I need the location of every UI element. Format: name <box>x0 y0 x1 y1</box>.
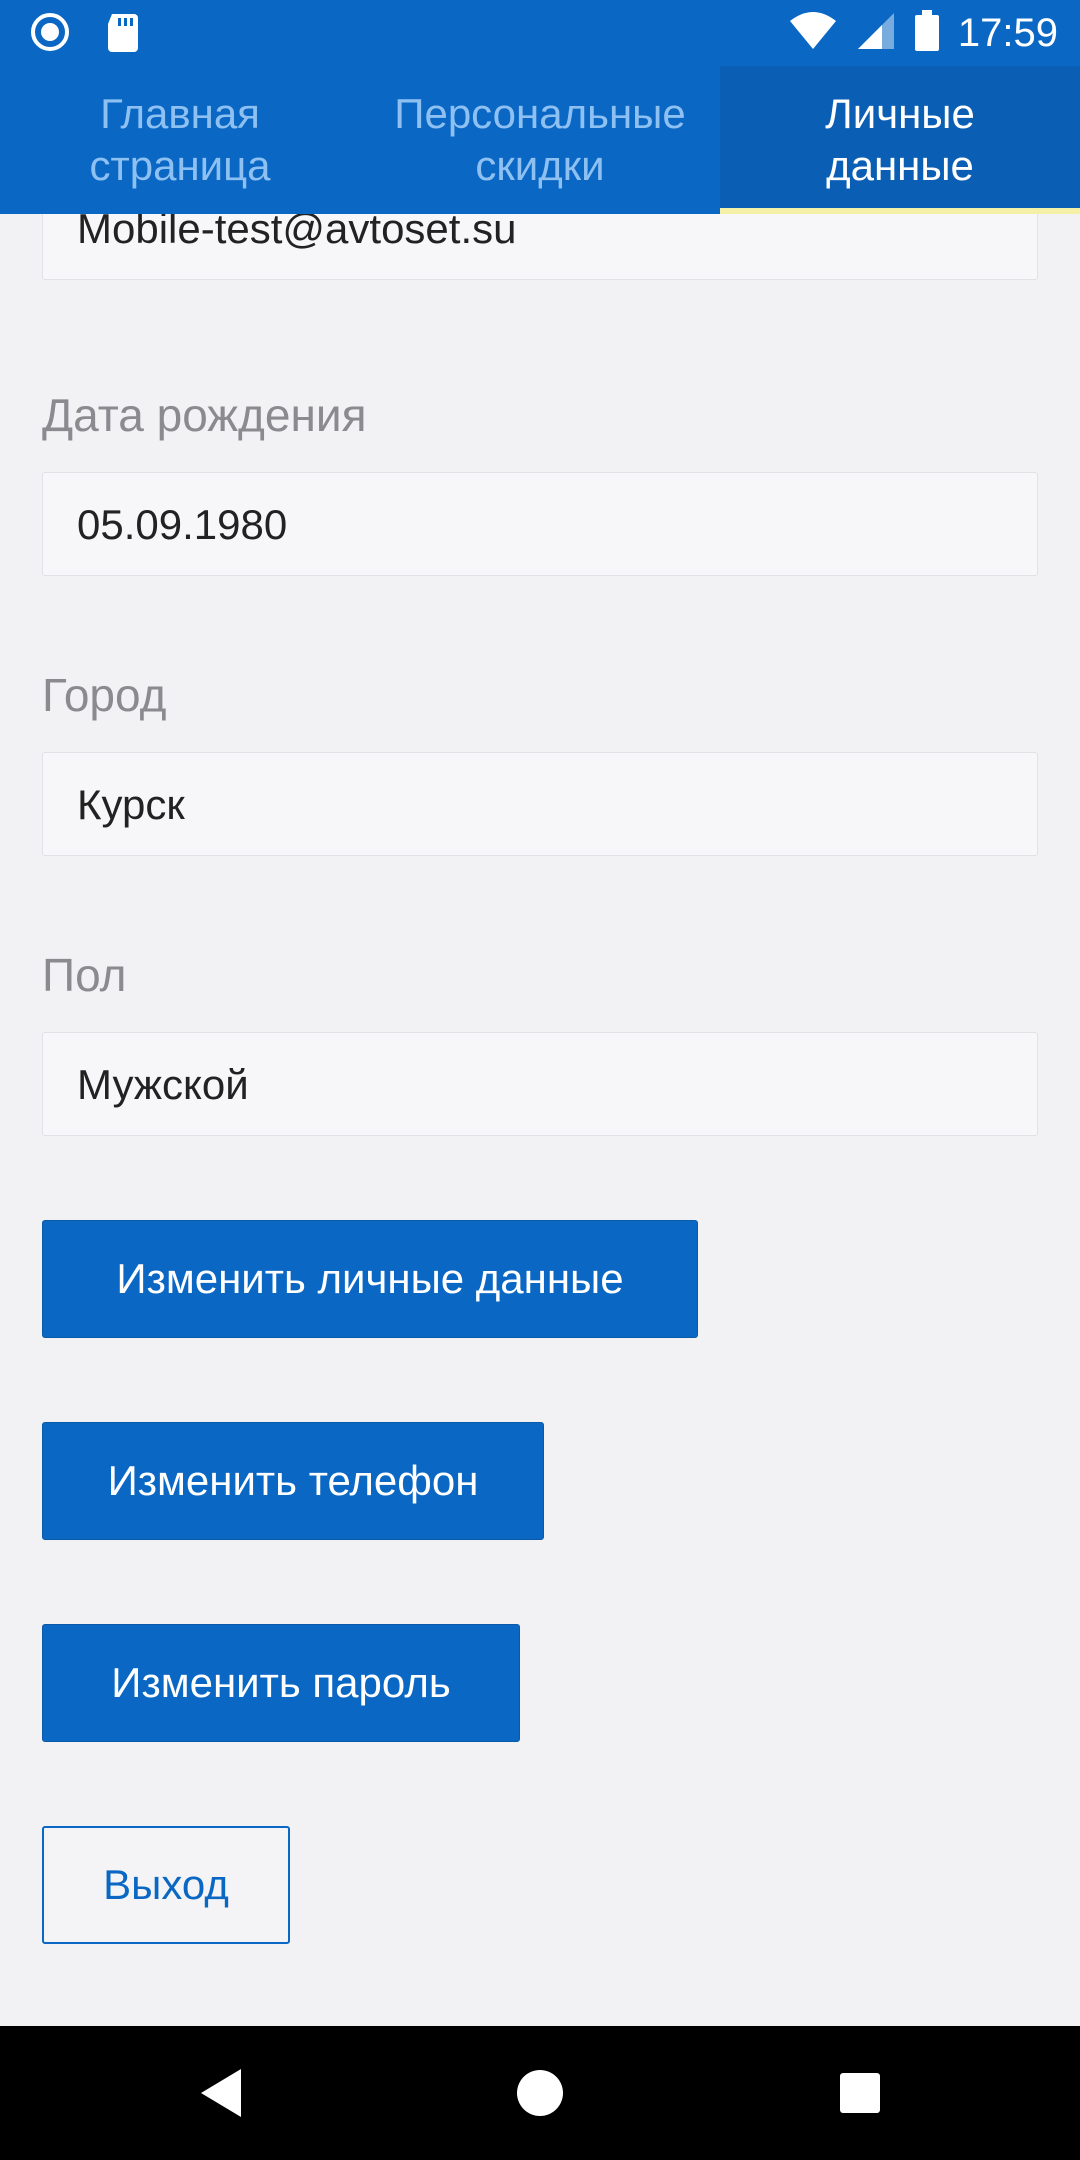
tab-personal-data[interactable]: Личные данные <box>720 66 1080 214</box>
sd-card-icon <box>106 12 140 57</box>
record-icon <box>30 12 70 57</box>
tab-label: Главная страница <box>89 90 271 189</box>
birthdate-field[interactable]: 05.09.1980 <box>42 472 1038 576</box>
tab-bar: Главная страница Персональные скидки Лич… <box>0 66 1080 214</box>
gender-label: Пол <box>42 949 127 1001</box>
recents-icon[interactable] <box>800 2026 920 2160</box>
tab-home[interactable]: Главная страница <box>0 66 360 214</box>
gender-field[interactable]: Мужской <box>42 1032 1038 1136</box>
status-time: 17:59 <box>957 11 1058 55</box>
status-right: 17:59 <box>788 8 1058 58</box>
edit-phone-button[interactable]: Изменить телефон <box>42 1422 544 1540</box>
city-field[interactable]: Курск <box>42 752 1038 856</box>
birthdate-label: Дата рождения <box>42 389 367 441</box>
home-icon[interactable] <box>480 2026 600 2160</box>
status-left <box>30 12 140 57</box>
logout-button[interactable]: Выход <box>42 1826 290 1944</box>
city-label: Город <box>42 669 167 721</box>
back-icon[interactable] <box>162 2026 282 2160</box>
battery-icon <box>914 9 940 57</box>
tab-label: Персональные скидки <box>394 90 686 189</box>
system-nav-bar <box>0 2026 1080 2160</box>
tab-discounts[interactable]: Персональные скидки <box>360 66 720 214</box>
signal-icon <box>856 11 896 56</box>
wifi-icon <box>788 11 838 56</box>
status-bar: 17:59 <box>0 0 1080 66</box>
personal-data-content: Mobile-test@avtoset.su Дата рождения 05.… <box>0 214 1080 2026</box>
edit-password-button[interactable]: Изменить пароль <box>42 1624 520 1742</box>
email-field[interactable]: Mobile-test@avtoset.su <box>42 214 1038 280</box>
tab-label: Личные данные <box>825 90 975 189</box>
edit-personal-data-button[interactable]: Изменить личные данные <box>42 1220 698 1338</box>
